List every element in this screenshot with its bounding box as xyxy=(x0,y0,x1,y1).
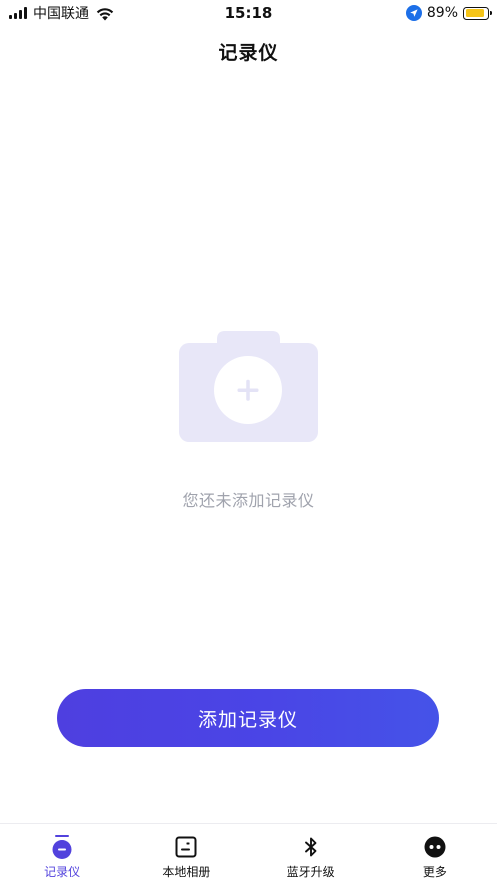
camera-add-icon xyxy=(179,331,318,442)
page-title: 记录仪 xyxy=(218,42,279,64)
battery-fill xyxy=(465,9,485,17)
tab-label: 记录仪 xyxy=(44,865,81,879)
status-bar: 中国联通 15:18 89% xyxy=(0,0,497,26)
add-recorder-button[interactable]: 添加记录仪 xyxy=(57,689,439,747)
battery-icon xyxy=(463,6,492,20)
tab-bar: 记录仪 本地相册 蓝牙升级 更多 xyxy=(0,823,497,883)
tab-label: 本地相册 xyxy=(162,865,211,879)
battery-percent: 89% xyxy=(426,5,458,21)
tab-bluetooth-upgrade[interactable]: 蓝牙升级 xyxy=(249,824,373,883)
tab-label: 蓝牙升级 xyxy=(286,865,335,879)
empty-state-message: 您还未添加记录仪 xyxy=(182,491,315,510)
tab-more[interactable]: 更多 xyxy=(373,824,497,883)
bluetooth-icon xyxy=(304,837,317,857)
recorder-icon xyxy=(52,835,72,859)
status-right: 89% xyxy=(405,4,492,22)
more-icon xyxy=(424,836,446,858)
album-icon xyxy=(175,836,197,858)
tab-label: 更多 xyxy=(422,865,447,879)
tab-local-album[interactable]: 本地相册 xyxy=(124,824,248,883)
tab-recorder[interactable]: 记录仪 xyxy=(0,824,124,883)
location-arrow-icon xyxy=(405,5,422,21)
app-screen: 中国联通 15:18 89% 记录仪 您还未添加记录仪 添加记录仪 记录仪 本地… xyxy=(0,0,497,883)
